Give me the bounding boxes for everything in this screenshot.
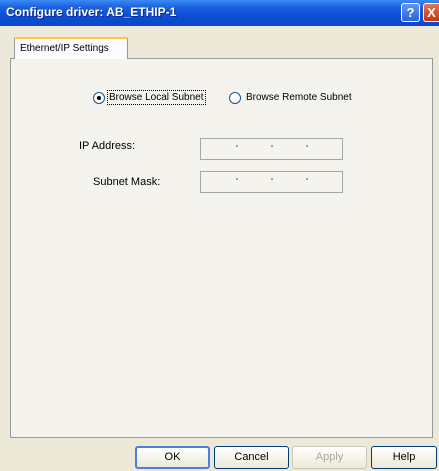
- help-button[interactable]: Help: [371, 446, 437, 469]
- cancel-button[interactable]: Cancel: [214, 446, 289, 469]
- tab-label: Ethernet/IP Settings: [20, 43, 109, 54]
- window-title: Configure driver: AB_ETHIP-1: [6, 5, 177, 19]
- subnet-mask-label: Subnet Mask:: [93, 176, 161, 188]
- ip-separator: [271, 145, 273, 147]
- title-bar[interactable]: Configure driver: AB_ETHIP-1 ? X: [0, 0, 439, 26]
- ok-button[interactable]: OK: [135, 446, 210, 469]
- close-button[interactable]: X: [423, 3, 439, 22]
- ip-address-label: IP Address:: [79, 140, 136, 152]
- ip-separator: [306, 178, 308, 180]
- dialog-window: Configure driver: AB_ETHIP-1 ? X Etherne…: [0, 0, 439, 471]
- browse-remote-radio[interactable]: [229, 92, 241, 104]
- help-icon: ?: [406, 5, 415, 20]
- tab-panel: Browse Local Subnet Browse Remote Subnet…: [10, 58, 433, 438]
- help-title-button[interactable]: ?: [401, 3, 420, 22]
- ip-address-field[interactable]: [200, 138, 343, 160]
- radio-selected-dot: [97, 96, 101, 100]
- ip-separator: [271, 178, 273, 180]
- ip-separator: [306, 145, 308, 147]
- browse-local-label[interactable]: Browse Local Subnet: [107, 90, 206, 105]
- ip-separator: [236, 145, 238, 147]
- browse-remote-label[interactable]: Browse Remote Subnet: [246, 92, 352, 103]
- browse-local-radio[interactable]: [93, 92, 105, 104]
- tab-ethernet-ip-settings[interactable]: Ethernet/IP Settings: [14, 37, 128, 59]
- subnet-mask-field[interactable]: [200, 171, 343, 193]
- apply-button[interactable]: Apply: [292, 446, 367, 469]
- ip-separator: [236, 178, 238, 180]
- close-icon: X: [427, 5, 436, 20]
